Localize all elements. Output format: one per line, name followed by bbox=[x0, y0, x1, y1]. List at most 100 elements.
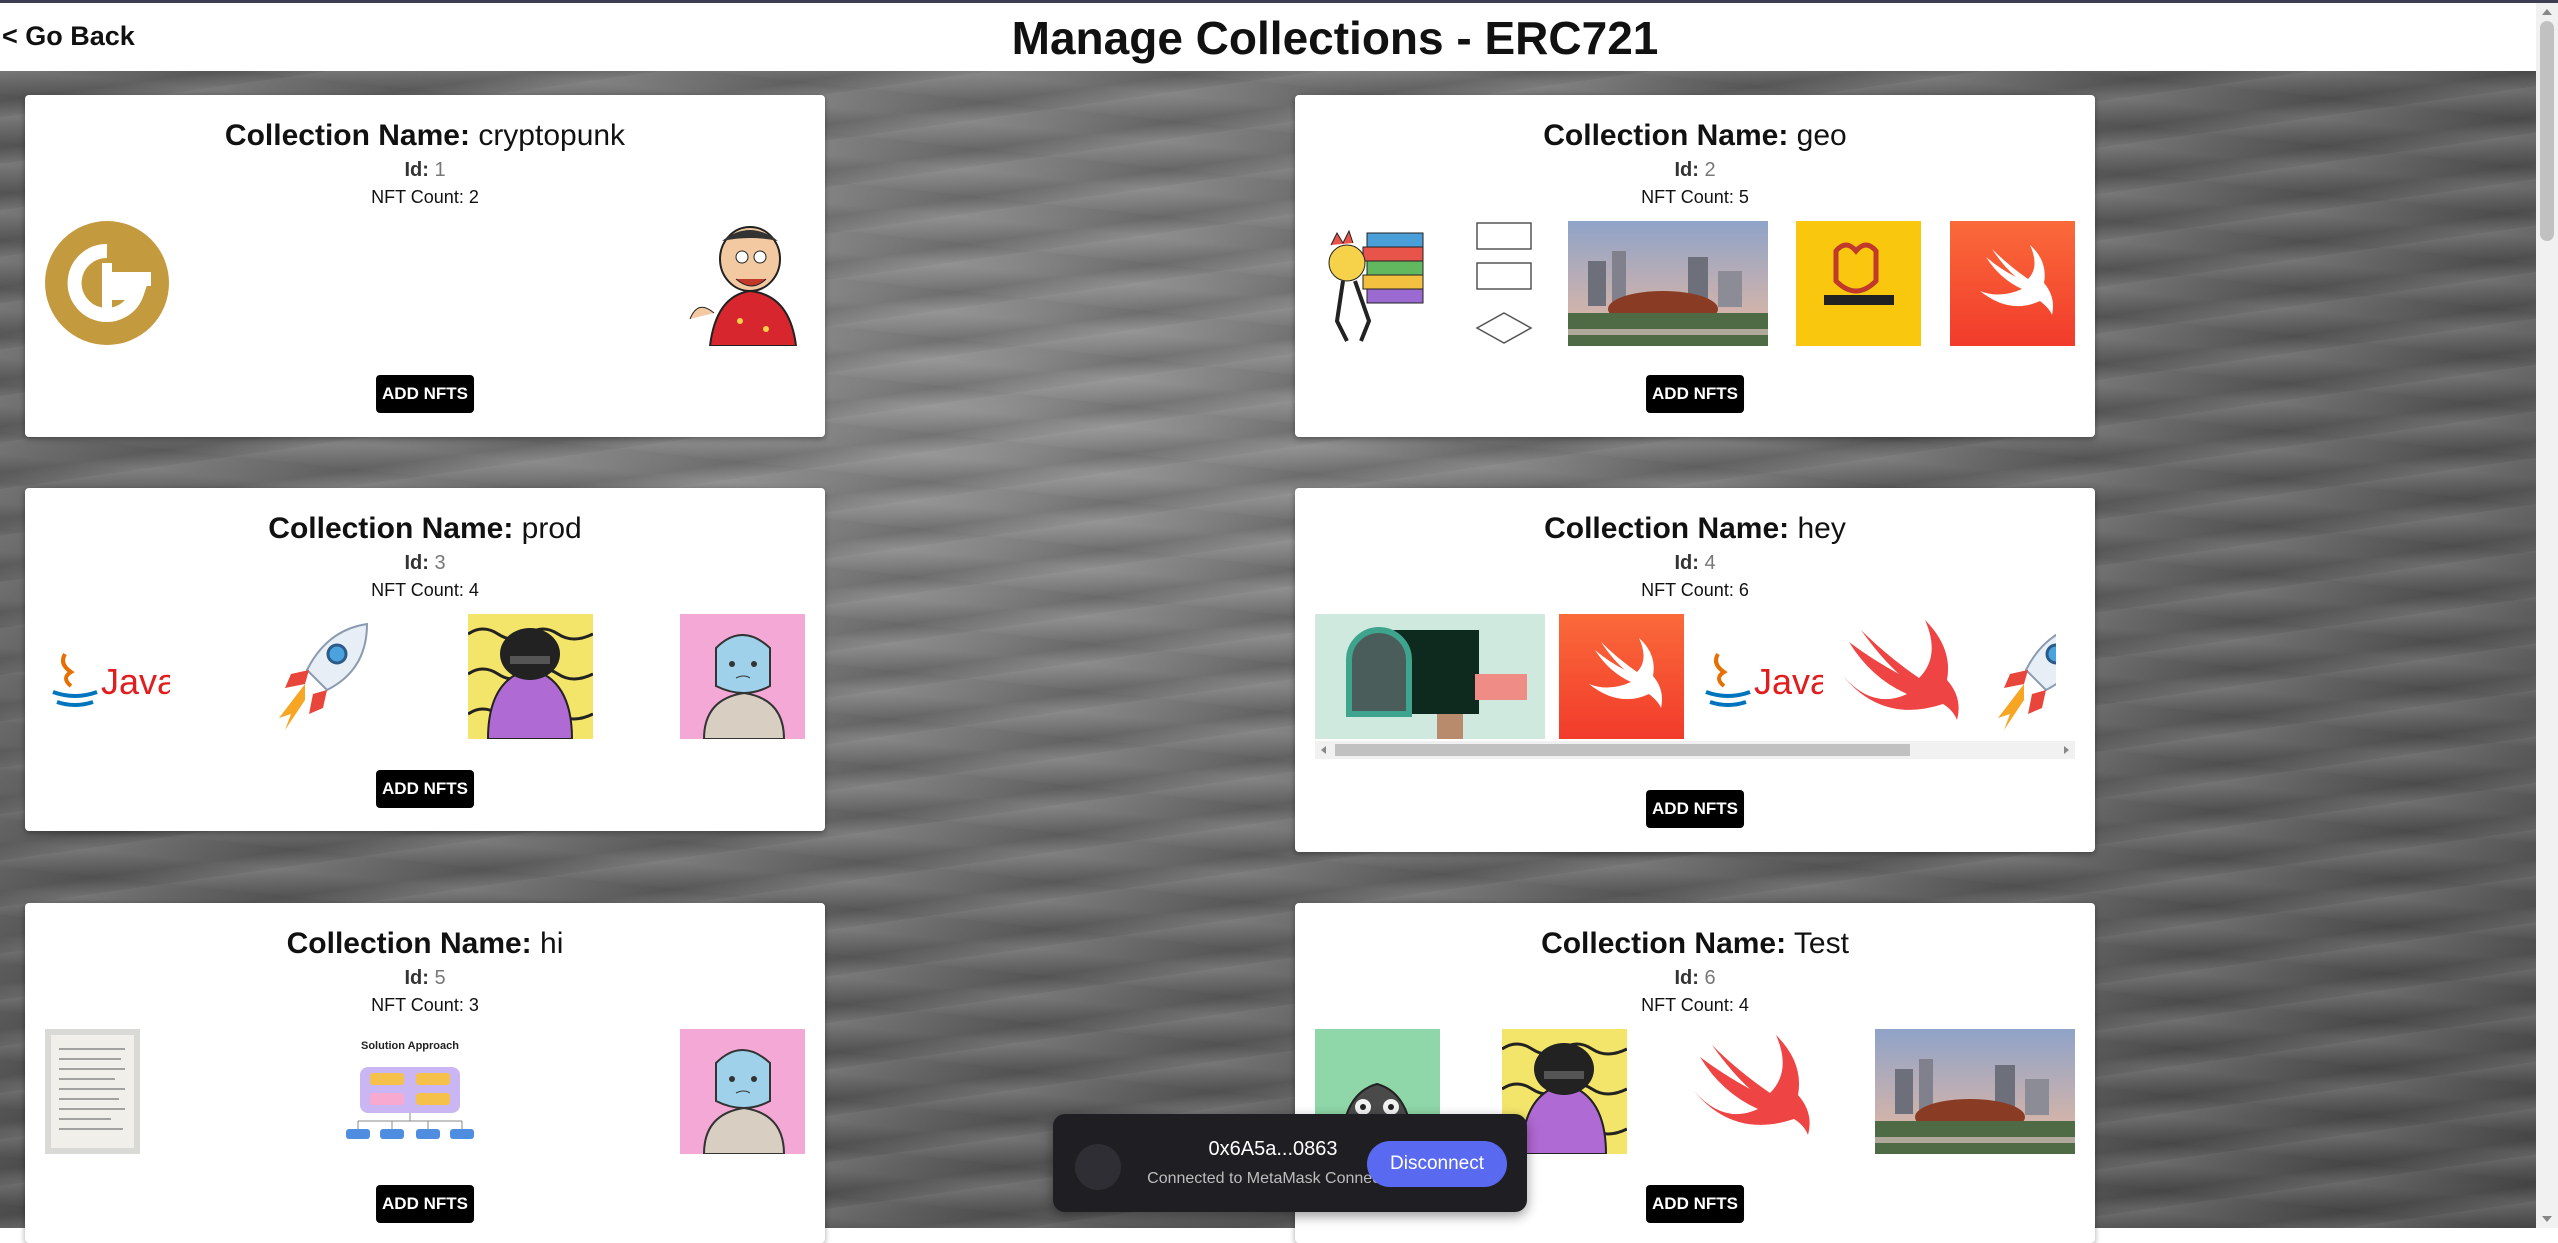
collection-name: geo bbox=[1796, 119, 1847, 152]
nft-image[interactable] bbox=[1469, 221, 1539, 346]
collection-card: Collection Name: cryptopunk Id: 1 NFT Co… bbox=[25, 95, 825, 437]
nft-image[interactable]: Solution Approach bbox=[340, 1029, 480, 1154]
nft-image[interactable] bbox=[45, 1029, 140, 1154]
cartoon-character-icon bbox=[689, 226, 798, 346]
nft-thumbnails-scroll[interactable]: Java bbox=[1315, 614, 2075, 739]
add-nfts-button[interactable]: ADD NFTS bbox=[1646, 375, 1744, 413]
nft-count-label: NFT Count: bbox=[1641, 580, 1734, 600]
scroll-left-arrow-icon[interactable] bbox=[1321, 746, 1326, 754]
nft-count: 3 bbox=[468, 995, 479, 1015]
nft-image[interactable] bbox=[257, 614, 382, 739]
purple-character-icon bbox=[468, 614, 594, 739]
nft-thumbnails: Java bbox=[45, 614, 805, 739]
scroll-down-arrow-icon[interactable] bbox=[2542, 1216, 2552, 1222]
nft-image[interactable] bbox=[1315, 221, 1440, 346]
page-title: Manage Collections - ERC721 bbox=[1011, 12, 1659, 64]
collection-name: Test bbox=[1793, 927, 1849, 960]
collection-id: 4 bbox=[1704, 552, 1716, 574]
blue-character-icon bbox=[680, 1029, 805, 1154]
svg-text:Java: Java bbox=[1754, 661, 1823, 702]
yellow-logo-icon bbox=[1796, 221, 1922, 346]
page-header: < Go Back Manage Collections - ERC721 bbox=[0, 3, 2536, 71]
blue-character-icon bbox=[679, 614, 805, 739]
java-logo-icon: Java bbox=[52, 652, 170, 707]
document-scan-icon bbox=[45, 1029, 140, 1154]
nft-count: 4 bbox=[468, 580, 479, 600]
collection-id: 3 bbox=[434, 552, 446, 574]
nft-image[interactable] bbox=[1688, 1029, 1813, 1154]
nft-image[interactable] bbox=[1315, 614, 1545, 739]
nft-image[interactable] bbox=[1559, 614, 1684, 739]
nft-count-label: NFT Count: bbox=[371, 187, 464, 207]
nft-image[interactable] bbox=[468, 614, 594, 739]
java-logo-icon: Java bbox=[1705, 652, 1823, 707]
nft-count: 6 bbox=[1738, 580, 1749, 600]
nft-count-label: NFT Count: bbox=[1641, 187, 1734, 207]
collection-id-label: Id: bbox=[404, 159, 429, 181]
collection-name-label: Collection Name: bbox=[224, 119, 470, 152]
nft-image[interactable] bbox=[1796, 221, 1922, 346]
nft-thumbnails bbox=[1315, 221, 2075, 346]
nft-image[interactable] bbox=[680, 1029, 805, 1154]
swift-logo-icon bbox=[1559, 614, 1684, 739]
svg-text:Java: Java bbox=[101, 661, 170, 702]
nft-count-label: NFT Count: bbox=[371, 995, 464, 1015]
collection-id-label: Id: bbox=[404, 552, 429, 574]
collection-name: hey bbox=[1797, 512, 1846, 545]
nft-image[interactable] bbox=[1837, 614, 1962, 739]
collection-card: Collection Name: geo Id: 2 NFT Count: 5 bbox=[1295, 95, 2095, 437]
wallet-widget: 0x6A5a...0863 Connected to MetaMask Conn… bbox=[1053, 1114, 1527, 1212]
scrollbar-thumb[interactable] bbox=[2540, 21, 2554, 241]
mailbox-icon bbox=[1315, 614, 1545, 739]
collection-name: hi bbox=[540, 927, 564, 960]
collection-name-label: Collection Name: bbox=[1541, 927, 1787, 960]
add-nfts-button[interactable]: ADD NFTS bbox=[376, 1185, 474, 1223]
rocket-icon bbox=[278, 622, 368, 730]
scroll-right-arrow-icon[interactable] bbox=[2064, 746, 2069, 754]
nft-image[interactable] bbox=[680, 221, 805, 346]
city-photo-icon bbox=[1567, 221, 1768, 346]
add-nfts-button[interactable]: ADD NFTS bbox=[1646, 1185, 1744, 1223]
page-scrollbar[interactable] bbox=[2536, 3, 2558, 1228]
city-photo-icon bbox=[1874, 1029, 2075, 1154]
add-nfts-button[interactable]: ADD NFTS bbox=[376, 375, 474, 413]
collection-id: 5 bbox=[434, 967, 446, 989]
horizontal-scrollbar-thumb[interactable] bbox=[1335, 744, 1910, 756]
collection-name-label: Collection Name: bbox=[286, 927, 532, 960]
nft-image[interactable] bbox=[1950, 221, 2075, 346]
collection-id-label: Id: bbox=[1674, 159, 1699, 181]
nft-image[interactable]: Java bbox=[1698, 614, 1823, 739]
collection-card: Collection Name: prod Id: 3 NFT Count: 4… bbox=[25, 488, 825, 831]
collection-name-label: Collection Name: bbox=[268, 512, 514, 545]
nft-thumbnails: Solution Approach bbox=[45, 1029, 805, 1154]
nft-count-label: NFT Count: bbox=[371, 580, 464, 600]
gold-coin-logo-icon bbox=[45, 221, 169, 345]
nft-image[interactable] bbox=[679, 614, 805, 739]
swift-bird-icon bbox=[1843, 620, 1959, 720]
solution-diagram-icon: Solution Approach bbox=[346, 1040, 474, 1139]
scroll-up-arrow-icon[interactable] bbox=[2542, 9, 2552, 15]
add-nfts-button[interactable]: ADD NFTS bbox=[1646, 790, 1744, 828]
collection-id-label: Id: bbox=[1674, 552, 1699, 574]
collection-name: prod bbox=[521, 512, 582, 545]
collection-card: Collection Name: hey Id: 4 NFT Count: 6 bbox=[1295, 488, 2095, 852]
nft-image[interactable] bbox=[45, 221, 170, 346]
nft-count: 2 bbox=[468, 187, 479, 207]
nft-count: 5 bbox=[1738, 187, 1749, 207]
flowchart-shapes-icon bbox=[1475, 222, 1533, 344]
collection-id: 6 bbox=[1704, 967, 1716, 989]
nft-thumbnails bbox=[45, 221, 805, 346]
disconnect-button[interactable]: Disconnect bbox=[1367, 1141, 1507, 1187]
horizontal-scrollbar[interactable] bbox=[1315, 741, 2075, 759]
nft-image[interactable] bbox=[1976, 614, 2056, 739]
nft-image[interactable] bbox=[1874, 1029, 2075, 1154]
nft-count-label: NFT Count: bbox=[1641, 995, 1734, 1015]
collection-id: 2 bbox=[1704, 159, 1716, 181]
swift-bird-icon bbox=[1694, 1035, 1810, 1135]
nft-image[interactable]: Java bbox=[45, 614, 170, 739]
nft-image[interactable] bbox=[1567, 221, 1768, 346]
add-nfts-button[interactable]: ADD NFTS bbox=[376, 770, 474, 808]
swift-logo-icon bbox=[1950, 221, 2075, 346]
rocket-icon bbox=[1998, 633, 2056, 730]
cartoon-books-icon bbox=[1328, 229, 1424, 342]
